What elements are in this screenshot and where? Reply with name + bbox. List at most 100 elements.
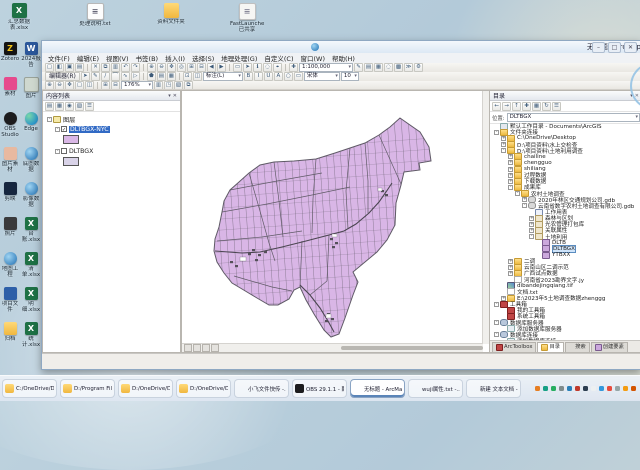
expander-icon[interactable]: - bbox=[529, 234, 534, 239]
system-tray[interactable] bbox=[535, 386, 640, 391]
list-by-drawing-order-icon[interactable]: ▤ bbox=[45, 102, 54, 111]
rectangle-tool-icon[interactable]: ▭ bbox=[294, 72, 303, 81]
sketch-properties-icon[interactable]: ▦ bbox=[167, 72, 176, 81]
bold-icon[interactable]: B bbox=[244, 72, 253, 81]
menu-item[interactable]: 窗口(W) bbox=[298, 53, 329, 63]
tray-icon[interactable] bbox=[599, 386, 604, 391]
vertex-icon[interactable]: ▷ bbox=[131, 72, 140, 81]
change-layout-icon[interactable]: ▧ bbox=[174, 81, 183, 90]
taskbar-item[interactable]: OBS 29.1.1 - 配... bbox=[292, 379, 347, 398]
expander-icon[interactable]: - bbox=[47, 117, 52, 122]
vertical-scrollbar[interactable] bbox=[482, 91, 489, 344]
expander-icon[interactable]: - bbox=[494, 332, 499, 337]
layer-checkbox[interactable] bbox=[61, 148, 67, 154]
menu-item[interactable]: 地理处理(G) bbox=[218, 53, 260, 63]
straight-segment-icon[interactable]: ∕ bbox=[101, 72, 110, 81]
hscroll-thumb[interactable] bbox=[341, 346, 483, 350]
expander-icon[interactable]: + bbox=[522, 197, 527, 202]
expander-icon[interactable]: + bbox=[508, 167, 513, 172]
refresh-view-button[interactable] bbox=[202, 344, 210, 352]
menu-item[interactable]: 视图(V) bbox=[103, 53, 132, 63]
desktop-icon[interactable]: 图片 bbox=[21, 77, 41, 112]
menu-item[interactable]: 编辑(E) bbox=[74, 53, 102, 63]
add-data-icon[interactable]: ✚ bbox=[289, 63, 298, 72]
panel-tab[interactable]: 目录 bbox=[537, 342, 564, 352]
map-canvas[interactable] bbox=[182, 91, 481, 344]
expander-icon[interactable]: + bbox=[508, 265, 513, 270]
font-family-combo[interactable]: 宋体 bbox=[304, 72, 340, 81]
desktop-icon[interactable]: 地图工程 bbox=[0, 252, 20, 287]
layer-symbol-swatch[interactable] bbox=[63, 157, 79, 166]
fixed-zoom-in-icon[interactable]: ⊞ bbox=[187, 63, 196, 72]
full-extent-icon[interactable]: ◎ bbox=[177, 63, 186, 72]
expander-icon[interactable]: + bbox=[508, 154, 513, 159]
tray-icon[interactable] bbox=[615, 386, 620, 391]
desktop-icon[interactable]: W 2024报告 bbox=[21, 42, 41, 77]
options-icon[interactable]: ☰ bbox=[85, 102, 94, 111]
arctoolbox-icon[interactable]: ▩ bbox=[394, 63, 403, 72]
panel-tab[interactable]: 搜索 bbox=[565, 342, 590, 352]
expander-icon[interactable]: - bbox=[522, 203, 527, 208]
tray-icon[interactable] bbox=[583, 386, 588, 391]
tray-icon[interactable] bbox=[543, 386, 548, 391]
location-combo[interactable]: DLTBGX bbox=[507, 113, 640, 122]
fixed-zoom-in-icon[interactable]: ⊞ bbox=[101, 81, 110, 90]
menu-item[interactable]: 自定义(C) bbox=[261, 53, 296, 63]
taskbar-item[interactable]: 无标题 - ArcMap bbox=[350, 379, 405, 398]
maximize-button[interactable]: □ bbox=[608, 42, 621, 53]
expander-icon[interactable]: - bbox=[494, 130, 499, 135]
back-icon[interactable]: ← bbox=[492, 102, 501, 111]
close-panel-icon[interactable]: ✕ bbox=[173, 93, 177, 99]
minimize-button[interactable]: – bbox=[592, 42, 605, 53]
expander-icon[interactable]: + bbox=[529, 222, 534, 227]
refresh-icon[interactable]: ↻ bbox=[542, 102, 551, 111]
tray-icon[interactable] bbox=[535, 386, 540, 391]
expander-icon[interactable]: - bbox=[494, 302, 499, 307]
paste-icon[interactable]: ▥ bbox=[111, 63, 120, 72]
expander-icon[interactable]: - bbox=[508, 185, 513, 190]
zoom-in-icon[interactable]: ⊕ bbox=[147, 63, 156, 72]
expander-icon[interactable]: + bbox=[508, 160, 513, 165]
print-icon[interactable]: ▤ bbox=[75, 63, 84, 72]
zoom-whole-page-icon[interactable]: ▢ bbox=[75, 81, 84, 90]
taskbar-item[interactable]: D:/OneDrive/De... bbox=[118, 379, 173, 398]
create-features-icon[interactable]: ⬟ bbox=[147, 72, 156, 81]
zoom-percent-combo[interactable]: 176% bbox=[121, 81, 153, 90]
search-window-icon[interactable]: ◌ bbox=[384, 63, 393, 72]
menu-item[interactable]: 文件(F) bbox=[45, 53, 73, 63]
menu-item[interactable]: 插入(I) bbox=[162, 53, 188, 63]
menu-item[interactable]: 帮助(H) bbox=[329, 53, 358, 63]
taskbar-item[interactable]: D:/Program File... bbox=[60, 379, 115, 398]
expander-icon[interactable]: + bbox=[529, 228, 534, 233]
snapping-icon[interactable]: ⊡ bbox=[183, 72, 192, 81]
underline-icon[interactable]: U bbox=[264, 72, 273, 81]
up-one-level-icon[interactable]: ↑ bbox=[512, 102, 521, 111]
table-of-contents-icon[interactable]: ▤ bbox=[364, 63, 373, 72]
desktop-icon[interactable]: 项目文件 bbox=[0, 287, 20, 322]
go-forward-icon[interactable]: ▶ bbox=[217, 63, 226, 72]
desktop-icon[interactable]: 底图数据 bbox=[21, 147, 41, 182]
panel-tab[interactable]: 创建要素 bbox=[591, 342, 628, 352]
trace-icon[interactable]: ∿ bbox=[121, 72, 130, 81]
desktop-icon[interactable]: ≡ FastLauncher 已共享 bbox=[230, 3, 264, 33]
save-icon[interactable]: ▣ bbox=[65, 63, 74, 72]
layer-name[interactable]: DLTBGX bbox=[69, 148, 93, 155]
go-back-icon[interactable]: ◀ bbox=[207, 63, 216, 72]
desktop-icon[interactable]: OBS Studio bbox=[0, 112, 20, 147]
layer-checkbox[interactable]: ✓ bbox=[61, 126, 67, 132]
select-features-icon[interactable]: ▭ bbox=[233, 63, 242, 72]
taskbar-item[interactable]: 新建 文本文档 - 记... bbox=[466, 379, 521, 398]
taskbar-item[interactable]: D:/OneDrive/De... bbox=[176, 379, 231, 398]
data-view-button[interactable] bbox=[184, 344, 192, 352]
copy-icon[interactable]: ⧉ bbox=[101, 63, 110, 72]
taskbar-item[interactable]: C:/OneDrive/De... bbox=[2, 379, 57, 398]
desktop-icon[interactable]: X 明细.xlsx bbox=[21, 287, 41, 322]
select-elements-icon[interactable]: ➤ bbox=[243, 63, 252, 72]
panel-tab[interactable]: ArcToolbox bbox=[492, 342, 536, 352]
desktop-icon[interactable]: 剪映 bbox=[0, 182, 20, 217]
italic-icon[interactable]: I bbox=[254, 72, 263, 81]
layout-view-button[interactable] bbox=[193, 344, 201, 352]
pan-icon[interactable]: ✥ bbox=[167, 63, 176, 72]
new-document-icon[interactable]: ▢ bbox=[45, 63, 54, 72]
tray-icon[interactable] bbox=[559, 386, 564, 391]
